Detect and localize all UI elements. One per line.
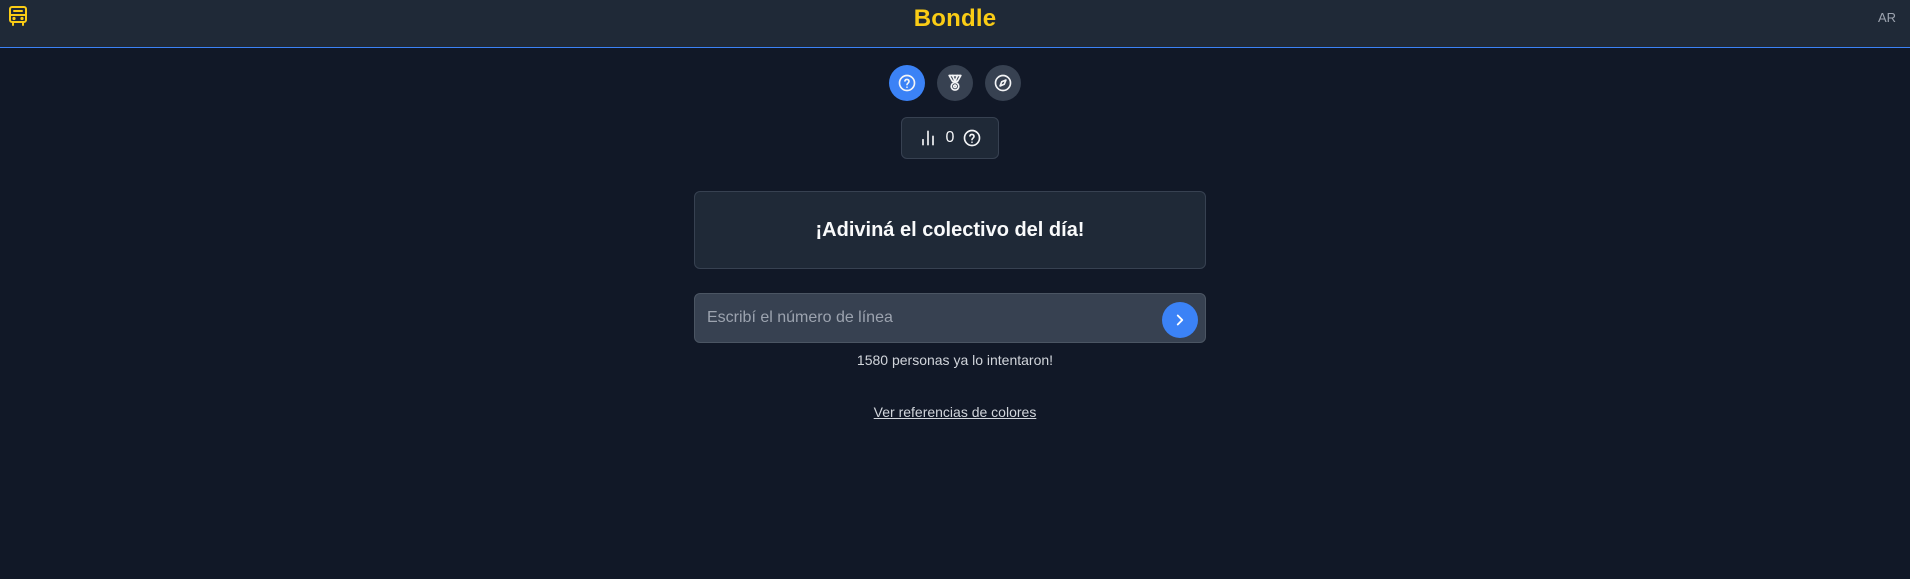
bar-chart-icon: [921, 130, 934, 146]
stats-button[interactable]: 0: [901, 117, 999, 159]
stats-count: 0: [945, 129, 955, 146]
headline-card: ¡Adiviná el colectivo del día!: [694, 191, 1206, 269]
colors-reference-container: Ver referencias de colores: [0, 404, 1910, 420]
colors-reference-link[interactable]: Ver referencias de colores: [874, 404, 1037, 420]
nav-bar: [0, 65, 1910, 101]
app-title: Bondle: [913, 5, 997, 32]
compass-icon: [994, 74, 1012, 92]
top-bar: Bondle AR: [0, 0, 1910, 48]
line-number-input[interactable]: [695, 294, 1135, 342]
search-box: [694, 293, 1206, 343]
attempts-text: 1580 personas ya lo intentaron!: [856, 352, 1054, 368]
help-circle-icon: [898, 74, 916, 92]
submit-button[interactable]: [1162, 302, 1198, 338]
chevron-right-icon: [1176, 314, 1184, 326]
achievements-button[interactable]: [937, 65, 973, 101]
headline: ¡Adiviná el colectivo del día!: [815, 218, 1085, 241]
language-selector[interactable]: AR: [1878, 10, 1896, 25]
help-circle-icon[interactable]: [962, 128, 982, 148]
help-button[interactable]: [889, 65, 925, 101]
medal-icon: [948, 74, 962, 91]
explore-button[interactable]: [985, 65, 1021, 101]
